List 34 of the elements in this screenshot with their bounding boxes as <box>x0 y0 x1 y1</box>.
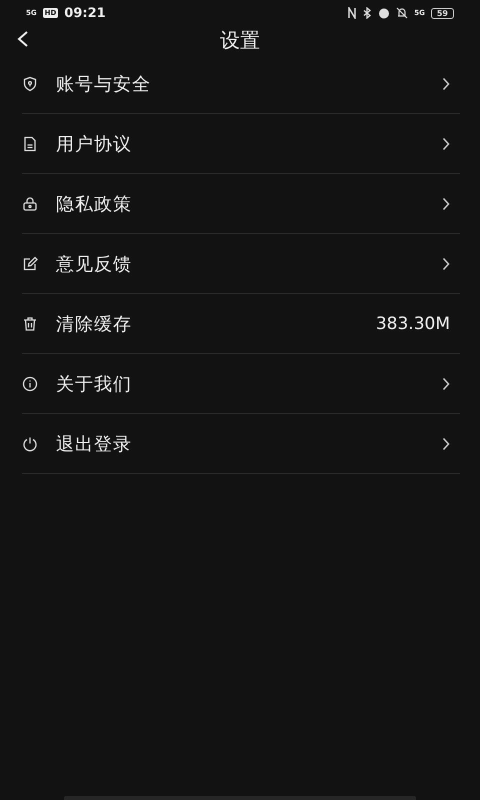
document-icon <box>22 136 38 152</box>
bluetooth-icon <box>363 7 372 19</box>
chevron-icon <box>442 256 450 270</box>
chevron-icon <box>442 376 450 390</box>
power-icon <box>22 436 38 452</box>
row-label: 退出登录 <box>56 432 133 456</box>
row-label: 清除缓存 <box>56 312 133 336</box>
status-time: 09:21 <box>64 6 106 20</box>
chevron-icon <box>442 436 450 450</box>
trash-icon <box>22 316 38 332</box>
row-label: 用户协议 <box>56 132 133 156</box>
shield-icon <box>22 76 38 92</box>
battery-level: 59 <box>430 8 454 18</box>
info-icon <box>22 376 38 392</box>
settings-row[interactable]: 清除缓存 383.30M <box>22 294 460 354</box>
settings-row[interactable]: 退出登录 <box>22 414 460 474</box>
row-label: 隐私政策 <box>56 192 133 216</box>
settings-row[interactable]: 意见反馈 <box>22 234 460 294</box>
mute-icon <box>396 7 408 19</box>
row-label: 关于我们 <box>56 372 133 396</box>
settings-row[interactable]: 账号与安全 <box>22 54 460 114</box>
chevron-icon <box>442 76 450 90</box>
settings-row[interactable]: 隐私政策 <box>22 174 460 234</box>
lock-icon <box>22 196 38 212</box>
settings-row[interactable]: 用户协议 <box>22 114 460 174</box>
cache-size: 383.30M <box>376 314 450 334</box>
row-label: 账号与安全 <box>56 72 152 96</box>
page-title: 设置 <box>220 26 260 54</box>
row-label: 意见反馈 <box>56 252 133 276</box>
edit-icon <box>22 256 38 272</box>
nfc-icon <box>347 7 358 19</box>
settings-row[interactable]: 关于我们 <box>22 354 460 414</box>
chevron-icon <box>442 196 450 210</box>
chevron-icon <box>442 136 450 150</box>
